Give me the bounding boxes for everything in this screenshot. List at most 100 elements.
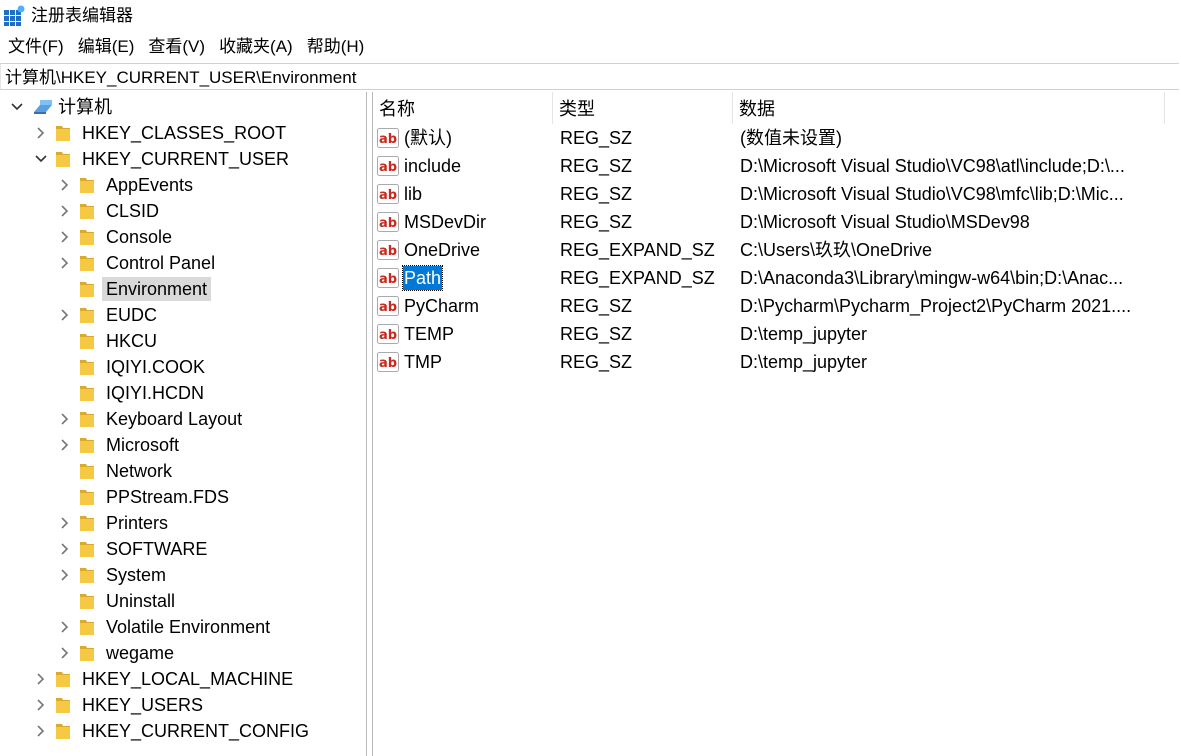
folder-icon: [74, 435, 96, 455]
value-row[interactable]: ab lib REG_SZ D:\Microsoft Visual Studio\VC…: [373, 180, 1181, 208]
tree-item-label: HKEY_USERS: [82, 695, 204, 715]
tree-item[interactable]: HKEY_CLASSES_ROOT: [0, 120, 366, 146]
value-row[interactable]: ab OneDrive REG_EXPAND_SZ C:\Users\玖玖\OneDr…: [373, 236, 1181, 264]
tree-item[interactable]: HKEY_CURRENT_USER: [0, 146, 366, 172]
chevron-right-icon[interactable]: [58, 620, 72, 634]
folder-icon: [74, 409, 96, 429]
svg-text:ab: ab: [379, 328, 397, 343]
tree-item[interactable]: wegame: [0, 640, 366, 666]
value-data-cell: C:\Users\玖玖\OneDrive: [740, 240, 933, 260]
tree-item-computer[interactable]: 计算机: [0, 94, 366, 120]
menu-edit[interactable]: 编辑(E): [70, 34, 135, 60]
chevron-right-icon[interactable]: [58, 542, 72, 556]
tree-item-label: CLSID: [106, 201, 160, 221]
tree-item[interactable]: IQIYI.COOK: [0, 354, 366, 380]
tree-item[interactable]: System: [0, 562, 366, 588]
string-value-icon: ab: [377, 324, 399, 344]
value-name-cell: ab PyCharm: [373, 292, 553, 320]
chevron-right-icon[interactable]: [58, 438, 72, 452]
tree-item[interactable]: AppEvents: [0, 172, 366, 198]
folder-icon: [74, 461, 96, 481]
svg-text:ab: ab: [379, 188, 397, 203]
value-row[interactable]: ab TEMP REG_SZ D:\temp_jupyter: [373, 320, 1181, 348]
value-type-cell: REG_EXPAND_SZ: [560, 268, 715, 288]
value-row[interactable]: ab TMP REG_SZ D:\temp_jupyter: [373, 348, 1181, 376]
tree-item-label: Keyboard Layout: [106, 409, 243, 429]
string-value-icon: ab: [377, 268, 399, 288]
chevron-right-icon[interactable]: [34, 724, 48, 738]
tree-item[interactable]: SOFTWARE: [0, 536, 366, 562]
chevron-right-icon[interactable]: [34, 126, 48, 140]
tree-item[interactable]: Uninstall: [0, 588, 366, 614]
folder-icon: [74, 565, 96, 585]
value-type-cell: REG_SZ: [560, 296, 633, 316]
tree-item[interactable]: Network: [0, 458, 366, 484]
folder-icon: [74, 383, 96, 403]
value-name: Path: [401, 265, 444, 291]
chevron-right-icon[interactable]: [58, 412, 72, 426]
tree-item[interactable]: HKEY_USERS: [0, 692, 366, 718]
chevron-right-icon[interactable]: [58, 516, 72, 530]
chevron-right-icon[interactable]: [58, 204, 72, 218]
tree-item[interactable]: HKEY_LOCAL_MACHINE: [0, 666, 366, 692]
tree-item[interactable]: Microsoft: [0, 432, 366, 458]
chevron-right-icon[interactable]: [58, 308, 72, 322]
menu-favorites[interactable]: 收藏夹(A): [211, 34, 293, 60]
tree-item[interactable]: Control Panel: [0, 250, 366, 276]
chevron-right-icon[interactable]: [58, 178, 72, 192]
tree-item-label: wegame: [106, 643, 175, 663]
chevron-right-icon[interactable]: [58, 568, 72, 582]
value-name: PyCharm: [404, 296, 480, 316]
column-header-data[interactable]: 数据: [733, 92, 1165, 124]
key-tree-pane[interactable]: 计算机 HKEY_CLASSES_ROOT HKEY_CURRENT_USER App…: [0, 92, 367, 756]
tree-item[interactable]: CLSID: [0, 198, 366, 224]
chevron-right-icon[interactable]: [58, 646, 72, 660]
value-name: OneDrive: [404, 240, 481, 260]
chevron-right-icon[interactable]: [58, 230, 72, 244]
string-value-icon: ab: [377, 240, 399, 260]
tree-item[interactable]: Console: [0, 224, 366, 250]
folder-icon: [74, 487, 96, 507]
value-name-cell: ab MSDevDir: [373, 208, 553, 236]
tree-item[interactable]: Volatile Environment: [0, 614, 366, 640]
string-value-icon: ab: [377, 352, 399, 372]
value-row[interactable]: ab Path REG_EXPAND_SZ D:\Anaconda3\Library\…: [373, 264, 1181, 292]
chevron-right-icon[interactable]: [34, 672, 48, 686]
tree-item[interactable]: PPStream.FDS: [0, 484, 366, 510]
tree-item[interactable]: Environment: [0, 276, 366, 302]
folder-icon: [50, 669, 72, 689]
value-name-cell: ab lib: [373, 180, 553, 208]
tree-item-label: Environment: [102, 277, 212, 301]
tree-item[interactable]: Printers: [0, 510, 366, 536]
tree-item[interactable]: HKCU: [0, 328, 366, 354]
chevron-right-icon[interactable]: [58, 256, 72, 270]
tree-item-label: Printers: [106, 513, 169, 533]
menu-file[interactable]: 文件(F): [0, 34, 64, 60]
chevron-right-icon[interactable]: [34, 698, 48, 712]
tree-item[interactable]: HKEY_CURRENT_CONFIG: [0, 718, 366, 744]
column-header-name[interactable]: 名称: [373, 92, 553, 124]
value-row[interactable]: ab (默认) REG_SZ (数值未设置): [373, 124, 1181, 152]
folder-icon: [74, 175, 96, 195]
menu-view[interactable]: 查看(V): [140, 34, 205, 60]
window-title: 注册表编辑器: [31, 6, 133, 25]
tree-item-label: PPStream.FDS: [106, 487, 230, 507]
value-row[interactable]: ab include REG_SZ D:\Microsoft Visual Studi…: [373, 152, 1181, 180]
tree-item[interactable]: IQIYI.HCDN: [0, 380, 366, 406]
tree-item[interactable]: Keyboard Layout: [0, 406, 366, 432]
folder-icon: [74, 617, 96, 637]
menu-help[interactable]: 帮助(H): [299, 34, 365, 60]
value-row[interactable]: ab PyCharm REG_SZ D:\Pycharm\Pycharm_Projec…: [373, 292, 1181, 320]
chevron-down-icon[interactable]: [10, 100, 24, 114]
chevron-down-icon[interactable]: [34, 152, 48, 166]
tree-item-label: IQIYI.COOK: [106, 357, 206, 377]
tree-item[interactable]: EUDC: [0, 302, 366, 328]
column-header-type[interactable]: 类型: [553, 92, 733, 124]
value-data-cell: D:\Microsoft Visual Studio\VC98\atl\incl…: [740, 156, 1125, 176]
value-data-cell: D:\Microsoft Visual Studio\VC98\mfc\lib;…: [740, 184, 1124, 204]
value-row[interactable]: ab MSDevDir REG_SZ D:\Microsoft Visual Stud…: [373, 208, 1181, 236]
values-list-pane[interactable]: 名称 类型 数据 ab (默认) REG_SZ (数值未设置) ab include REG…: [373, 92, 1181, 756]
svg-text:ab: ab: [379, 356, 397, 371]
address-bar[interactable]: 计算机\HKEY_CURRENT_USER\Environment: [0, 63, 1179, 90]
folder-icon: [74, 591, 96, 611]
